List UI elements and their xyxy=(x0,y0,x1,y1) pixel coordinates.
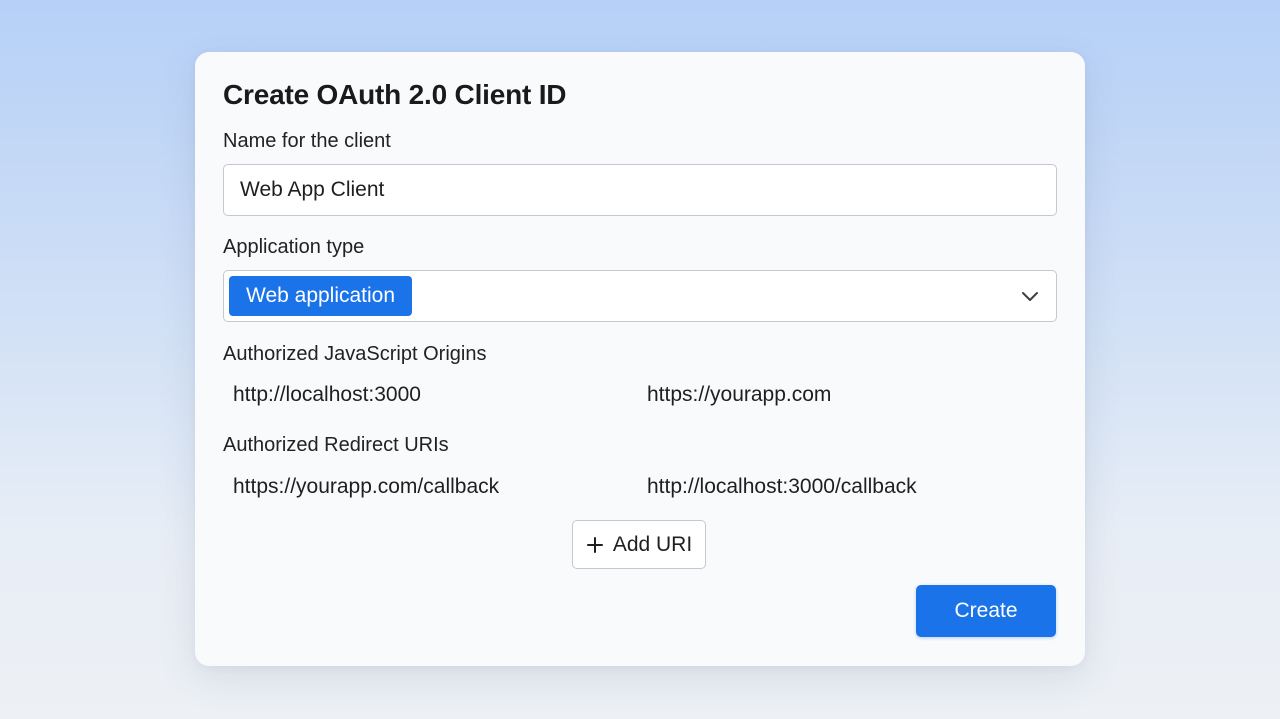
redirect-uris-label: Authorized Redirect URIs xyxy=(223,434,449,456)
plus-icon xyxy=(586,536,603,553)
application-type-select[interactable]: Web application xyxy=(223,270,1057,322)
add-uri-label: Add URI xyxy=(612,532,693,556)
dialog-title: Create OAuth 2.0 Client ID xyxy=(223,79,567,110)
application-type-label: Application type xyxy=(223,236,365,258)
create-button[interactable]: Create xyxy=(916,585,1056,637)
js-origins-label: Authorized JavaScript Origins xyxy=(223,343,487,365)
application-type-selected-value: Web application xyxy=(229,276,413,316)
js-origin-item: http://localhost:3000 xyxy=(233,383,421,406)
redirect-uri-item: https://yourapp.com/callback xyxy=(233,475,500,498)
add-uri-button[interactable]: Add URI xyxy=(572,520,706,569)
chevron-down-icon xyxy=(1022,292,1038,301)
client-name-input[interactable] xyxy=(223,164,1057,216)
redirect-uri-item: http://localhost:3000/callback xyxy=(647,475,917,498)
js-origin-item: https://yourapp.com xyxy=(647,383,832,406)
client-name-label: Name for the client xyxy=(223,130,391,152)
create-oauth-client-dialog: Create OAuth 2.0 Client ID Name for the … xyxy=(195,52,1085,666)
